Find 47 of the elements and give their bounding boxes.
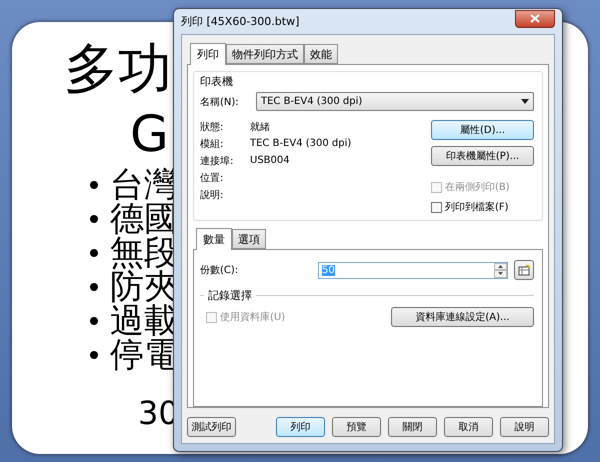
bullet-icon — [90, 249, 98, 257]
counter-button[interactable] — [514, 260, 534, 280]
group-label: 印表機 — [200, 74, 234, 89]
close-icon — [530, 14, 540, 23]
tab[interactable]: 列印 — [190, 43, 226, 65]
spin-up-button[interactable] — [494, 262, 507, 270]
window-title: 列印 [45X60-300.btw] — [181, 14, 300, 29]
printer-dropdown[interactable]: TEC B-EV4 (300 dpi) — [256, 92, 534, 111]
down-arrow-icon — [498, 272, 503, 276]
tab[interactable]: 數量 — [196, 228, 232, 250]
bullet-icon — [90, 215, 98, 223]
bullet-icon — [90, 283, 98, 291]
info-label: 模組: — [200, 138, 224, 150]
info-label: 位置: — [200, 172, 224, 184]
bullet-text: 無段 — [110, 236, 178, 270]
slide-subtitle: G — [130, 104, 169, 164]
info-value: TEC B-EV4 (300 dpi) — [250, 138, 352, 149]
section-label: 記錄選擇 — [208, 288, 252, 303]
dialog-button[interactable]: 說明 — [500, 417, 549, 437]
info-label: 連接埠: — [200, 154, 234, 168]
bullet-icon — [90, 317, 98, 325]
up-arrow-icon — [498, 264, 503, 268]
info-label: 說明: — [200, 188, 224, 202]
properties-button[interactable]: 屬性(D)... — [431, 120, 534, 140]
tab[interactable]: 效能 — [304, 44, 338, 64]
dialog-button[interactable]: 關閉 — [388, 417, 437, 437]
dialog-button[interactable]: 列印 — [276, 417, 325, 437]
bullet-icon — [90, 181, 98, 189]
dialog-button[interactable]: 測試列印 — [187, 417, 236, 437]
tab[interactable]: 選項 — [232, 229, 266, 249]
table-icon — [518, 264, 530, 276]
tab[interactable]: 物件列印方式 — [226, 44, 304, 64]
slide-title: 多功 — [64, 36, 172, 102]
properties-button[interactable]: 印表機屬性(P)... — [431, 146, 534, 166]
info-value: 就緒 — [250, 120, 270, 134]
field-label: 份數(C): — [200, 264, 240, 277]
info-value: USB004 — [250, 155, 290, 166]
field-label: 名稱(N): — [200, 96, 240, 108]
info-label: 狀態: — [200, 120, 224, 134]
spin-down-button[interactable] — [494, 270, 507, 278]
dialog-button[interactable]: 取消 — [444, 417, 493, 437]
database-settings-button[interactable]: 資料庫連線設定(A)... — [391, 307, 534, 327]
dropdown-arrow-icon — [521, 99, 529, 104]
bullet-icon — [90, 351, 98, 359]
checkbox[interactable]: 列印到檔案(F) — [431, 200, 534, 214]
dialog-button[interactable]: 預覽 — [332, 417, 381, 437]
close-button[interactable] — [515, 10, 555, 28]
